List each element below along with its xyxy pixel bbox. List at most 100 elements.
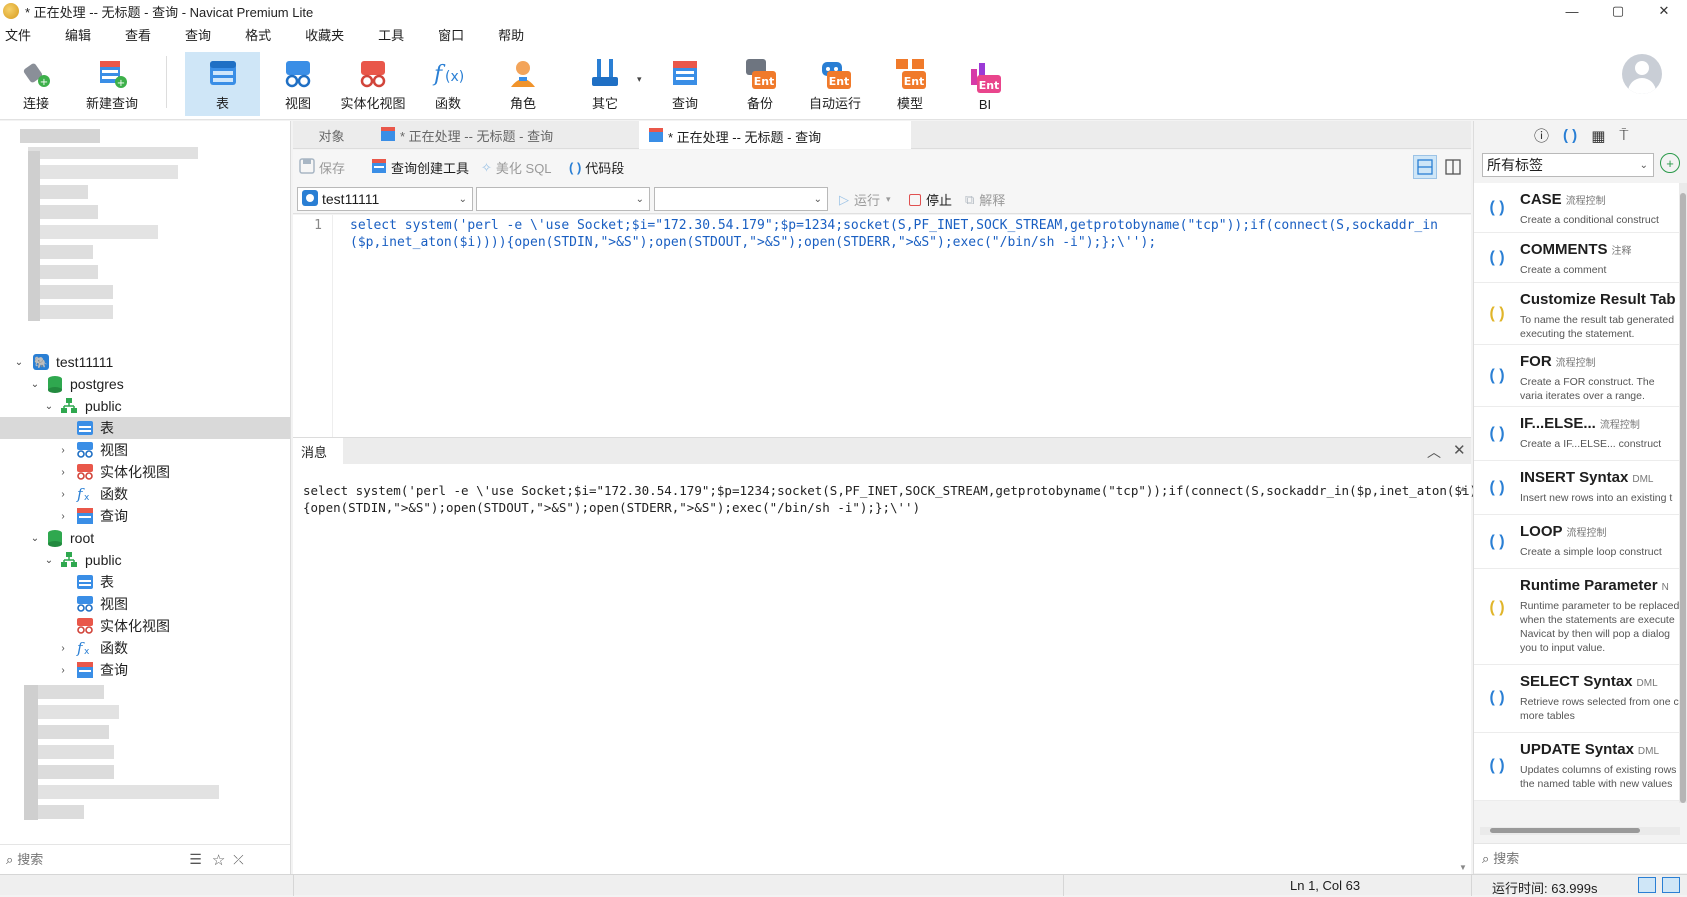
- menu-window[interactable]: 窗口: [438, 25, 464, 44]
- menu-favorites[interactable]: 收藏夹: [305, 25, 344, 44]
- view-button[interactable]: 视图: [272, 52, 324, 116]
- sql-editor[interactable]: 1 select system('perl -e \'use Socket;$i…: [293, 215, 1471, 437]
- tree-item-queries[interactable]: › 查询: [0, 659, 290, 681]
- backup-button[interactable]: Ent 备份: [735, 52, 785, 116]
- menu-query[interactable]: 查询: [185, 25, 211, 44]
- tree-item-queries[interactable]: › 查询: [0, 505, 290, 527]
- snippet-item[interactable]: ( ) FOR 流程控制 Create a FOR construct. The …: [1474, 345, 1679, 407]
- layout-right-pane-icon[interactable]: [1662, 877, 1680, 893]
- tree-item-tables[interactable]: 表: [0, 417, 290, 439]
- tab-messages[interactable]: 消息: [293, 438, 343, 464]
- save-button[interactable]: 保存: [299, 158, 345, 177]
- tree-schema-public[interactable]: ⌄ public: [0, 395, 290, 417]
- layout-left-pane-icon[interactable]: [1638, 877, 1656, 893]
- explain-button[interactable]: ⧉ 解释: [965, 190, 1005, 209]
- snippet-tab-icon[interactable]: ( ): [1563, 127, 1577, 144]
- run-button[interactable]: ▷ 运行 ▾: [839, 190, 891, 209]
- menu-file[interactable]: 文件: [5, 25, 31, 44]
- chevron-right-icon[interactable]: ›: [58, 665, 68, 676]
- snippet-item[interactable]: ( ) IF...ELSE... 流程控制 Create a IF...ELSE.…: [1474, 407, 1679, 461]
- collapse-panel-icon[interactable]: ︿: [1427, 442, 1441, 462]
- tree-item-materialized-views[interactable]: 实体化视图: [0, 615, 290, 637]
- chevron-right-icon[interactable]: ›: [58, 467, 68, 478]
- user-avatar[interactable]: [1622, 54, 1662, 94]
- chevron-right-icon[interactable]: ›: [58, 643, 68, 654]
- schema-select[interactable]: ⌄: [654, 187, 828, 211]
- query-builder-button[interactable]: 查询创建工具: [371, 158, 469, 177]
- snippet-item[interactable]: ( ) Customize Result Tab To name the res…: [1474, 283, 1679, 345]
- tree-item-views[interactable]: › 视图: [0, 439, 290, 461]
- connection-select[interactable]: test11111 ⌄: [297, 187, 473, 211]
- snippet-item[interactable]: ( ) LOOP 流程控制 Create a simple loop constr…: [1474, 515, 1679, 569]
- tab-objects[interactable]: 对象: [293, 121, 370, 149]
- snippet-item[interactable]: ( ) COMMENTS 注释 Create a comment: [1474, 233, 1679, 283]
- split-vertical-icon[interactable]: [1441, 155, 1465, 179]
- star-icon[interactable]: ☆: [212, 851, 225, 869]
- snippet-item[interactable]: ( ) SELECT Syntax DML Retrieve rows selec…: [1474, 665, 1679, 733]
- tree-item-views[interactable]: 视图: [0, 593, 290, 615]
- menu-format[interactable]: 格式: [245, 25, 271, 44]
- chevron-right-icon[interactable]: ›: [58, 445, 68, 456]
- snippet-horizontal-scrollbar[interactable]: [1480, 827, 1680, 835]
- model-button[interactable]: Ent 模型: [885, 52, 935, 116]
- tree-item-functions[interactable]: › fx 函数: [0, 637, 290, 659]
- tree-item-materialized-views[interactable]: › 实体化视图: [0, 461, 290, 483]
- snippet-search-input[interactable]: [1493, 851, 1664, 866]
- database-select[interactable]: ⌄: [476, 187, 650, 211]
- tree-connection[interactable]: ⌄ 🐘 test11111: [0, 351, 290, 373]
- beautify-sql-button[interactable]: ✧ 美化 SQL: [481, 158, 552, 177]
- snippet-item[interactable]: ( ) INSERT Syntax DML Insert new rows int…: [1474, 461, 1679, 515]
- other-dropdown-icon[interactable]: ▾: [637, 74, 642, 85]
- snippet-vertical-scrollbar[interactable]: [1679, 183, 1687, 803]
- add-snippet-icon[interactable]: +: [1660, 153, 1680, 173]
- info-icon[interactable]: ⓘ: [1534, 125, 1549, 146]
- close-panel-icon[interactable]: ✕: [1453, 441, 1466, 459]
- split-horizontal-icon[interactable]: [1413, 155, 1437, 179]
- function-button[interactable]: f (x) 函数: [422, 52, 474, 116]
- chevron-down-icon[interactable]: ⌄: [30, 379, 40, 390]
- tree-item-tables[interactable]: 表: [0, 571, 290, 593]
- role-button[interactable]: 角色: [497, 52, 549, 116]
- minimize-button[interactable]: —: [1549, 0, 1595, 22]
- chevron-down-icon[interactable]: ⌄: [30, 533, 40, 544]
- code-snippet-button[interactable]: ( ) 代码段: [569, 158, 624, 177]
- maximize-button[interactable]: ▢: [1595, 0, 1641, 22]
- other-button[interactable]: 其它: [575, 52, 635, 116]
- table-button[interactable]: 表: [185, 52, 260, 116]
- message-scrollbar[interactable]: ▲ ▼: [1458, 484, 1468, 874]
- materialized-view-button[interactable]: 实体化视图: [338, 52, 408, 116]
- new-query-button[interactable]: + 新建查询: [80, 52, 144, 116]
- menu-tools[interactable]: 工具: [378, 25, 404, 44]
- chevron-down-icon[interactable]: ▾: [886, 194, 891, 205]
- menu-edit[interactable]: 编辑: [65, 25, 91, 44]
- chevron-right-icon[interactable]: ›: [58, 511, 68, 522]
- chevron-down-icon: ⌄: [813, 193, 822, 205]
- tree-database-root[interactable]: ⌄ root: [0, 527, 290, 549]
- tree-database-postgres[interactable]: ⌄ postgres: [0, 373, 290, 395]
- query-button[interactable]: 查询: [660, 52, 710, 116]
- collapse-icon[interactable]: ⤫: [233, 852, 243, 868]
- snippet-item[interactable]: ( ) CASE 流程控制 Create a conditional constr…: [1474, 183, 1679, 233]
- stop-button[interactable]: 停止: [909, 190, 952, 209]
- close-button[interactable]: ✕: [1641, 0, 1687, 22]
- bell-icon[interactable]: ⍑: [1619, 127, 1628, 144]
- chevron-down-icon[interactable]: ⌄: [44, 401, 54, 412]
- snippet-item[interactable]: ( ) UPDATE Syntax DML Updates columns of …: [1474, 733, 1679, 801]
- tab-query-2[interactable]: * 正在处理 -- 无标题 - 查询: [639, 121, 911, 149]
- tree-item-functions[interactable]: › fx 函数: [0, 483, 290, 505]
- grid-icon[interactable]: ▦: [1591, 127, 1605, 145]
- chevron-down-icon[interactable]: ⌄: [44, 555, 54, 566]
- automation-button[interactable]: Ent 自动运行: [805, 52, 865, 116]
- menu-view[interactable]: 查看: [125, 25, 151, 44]
- chevron-right-icon[interactable]: ›: [58, 489, 68, 500]
- tag-filter-select[interactable]: 所有标签 ⌄: [1482, 153, 1654, 177]
- tree-schema-public[interactable]: ⌄ public: [0, 549, 290, 571]
- menu-help[interactable]: 帮助: [498, 25, 524, 44]
- tab-query-1[interactable]: * 正在处理 -- 无标题 - 查询: [371, 121, 637, 149]
- connect-button[interactable]: + 连接: [10, 52, 62, 116]
- filter-icon[interactable]: ☰: [189, 851, 202, 868]
- bi-button[interactable]: Ent BI: [960, 52, 1010, 116]
- navigation-search-input[interactable]: [17, 852, 188, 867]
- chevron-down-icon[interactable]: ⌄: [14, 357, 24, 368]
- snippet-item[interactable]: ( ) Runtime Parameter N Runtime parameter…: [1474, 569, 1679, 665]
